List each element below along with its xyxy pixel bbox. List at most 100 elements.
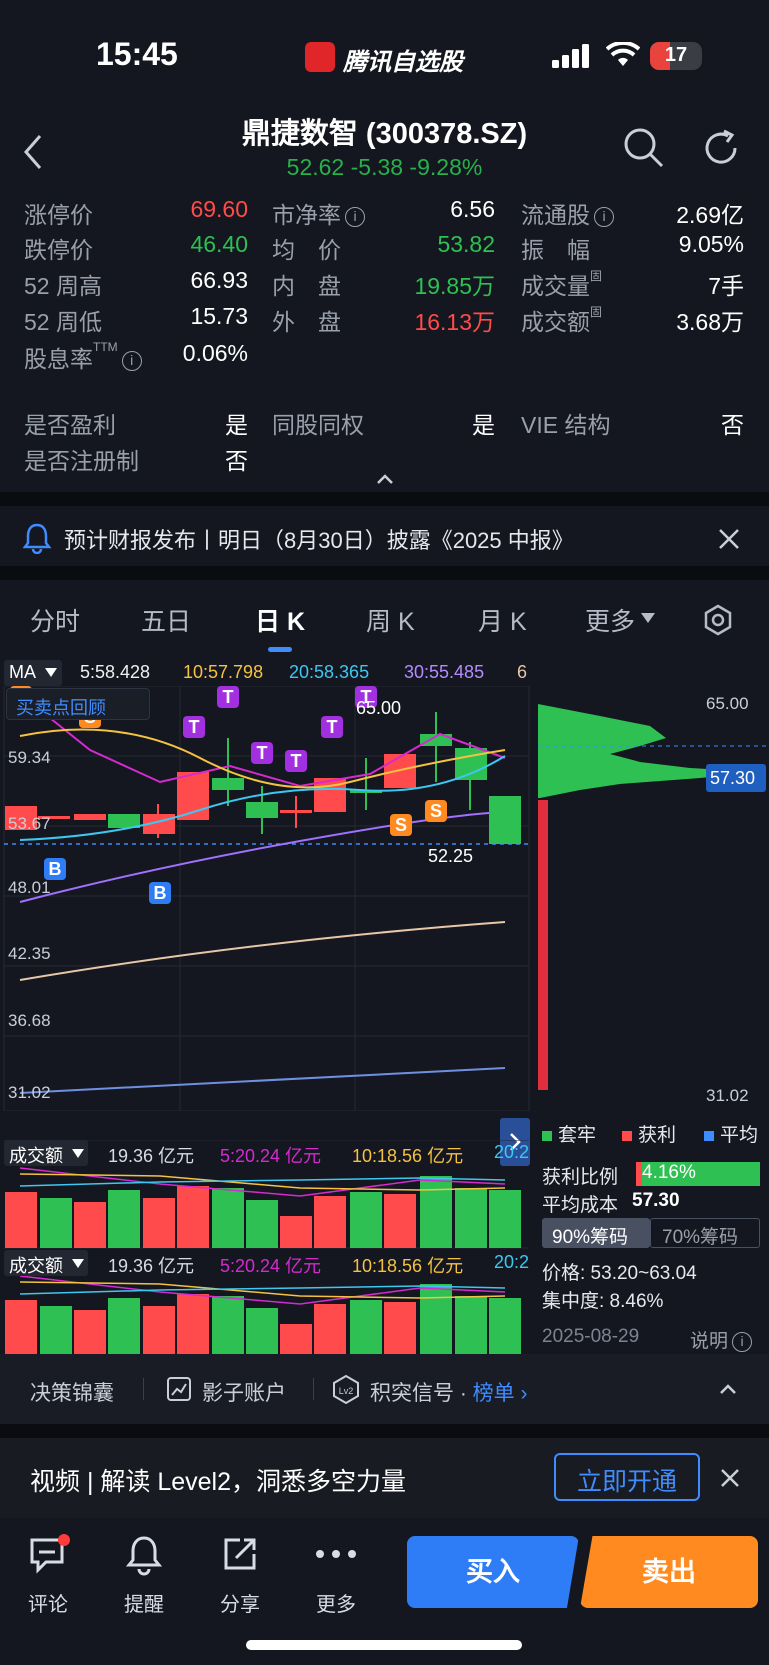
profit-ratio-value: 4.16%: [642, 1162, 696, 1183]
tab-chip-70-label: 70%筹码: [662, 1227, 739, 1248]
chip-top-price: 65.00: [706, 694, 749, 713]
sell-button[interactable]: 卖出: [580, 1536, 758, 1608]
turnover-label: 成交额固: [521, 305, 603, 335]
high52-label: 52 周高: [24, 273, 102, 299]
price-axis-label: 42.35: [8, 944, 51, 963]
concentration: 集中度: 8.46%: [542, 1291, 664, 1312]
close-icon[interactable]: [720, 1468, 740, 1488]
info-icon: i: [594, 206, 614, 227]
decision-kit-button[interactable]: 决策锦囊: [30, 1377, 114, 1407]
registered-label: 是否注册制: [24, 448, 139, 474]
profit-ratio-label: 获利比例: [542, 1167, 619, 1188]
price-axis-label: 31.02: [8, 1083, 51, 1102]
profit-value: 是: [225, 412, 248, 438]
low52-label: 52 周低: [24, 309, 102, 335]
earnings-notice[interactable]: 预计财报发布丨明日（8月30日）披露《2025 中报》: [64, 523, 574, 555]
limit-down-label: 跌停价: [24, 237, 93, 263]
tab-monthly-k[interactable]: 月 K: [478, 602, 527, 638]
dividend-label: 股息率TTMi: [24, 340, 142, 374]
explain-link[interactable]: 说明 i: [690, 1326, 753, 1353]
home-indicator[interactable]: [246, 1640, 522, 1650]
vie-value: 否: [721, 412, 744, 438]
volume-value: 7手: [708, 273, 744, 299]
dividend-value: 0.06%: [182, 340, 248, 366]
info-icon: i: [732, 1331, 753, 1352]
collapse-chevron-icon[interactable]: [375, 472, 395, 486]
high52-value: 66.93: [190, 267, 248, 293]
outer-value: 16.13万: [414, 309, 495, 335]
refresh-icon[interactable]: [702, 128, 742, 168]
lv2-icon: Lv2: [333, 1374, 359, 1404]
info-icon: i: [345, 206, 365, 227]
battery-percent: 17: [664, 44, 688, 66]
svg-text:T: T: [189, 717, 200, 737]
volume-ma5: 5:20.24 亿元: [220, 1146, 322, 1166]
close-icon[interactable]: [718, 528, 740, 550]
tab-more[interactable]: 更多: [585, 602, 635, 638]
kline-chart: S S S S T T T T T T B B: [3, 686, 769, 1111]
ma60-value: 6: [517, 662, 528, 682]
ma5-value: 5:58.428: [80, 662, 151, 682]
tab-chip-90-label: 90%筹码: [552, 1227, 629, 1248]
volume-label[interactable]: 成交额: [9, 1252, 63, 1278]
ma20-value: 20:58.365: [289, 662, 370, 682]
more-dots-icon[interactable]: [314, 1548, 358, 1560]
avg-value: 53.82: [437, 231, 495, 257]
comment-label[interactable]: 评论: [18, 1588, 78, 1617]
avg-cost-label: 平均成本: [542, 1195, 619, 1216]
breakout-signal-button[interactable]: 积突信号 · 榜单 ›: [370, 1377, 528, 1407]
volume-chart: [4, 1140, 529, 1354]
amplitude-value: 9.05%: [678, 231, 744, 257]
volume-ma10: 10:18.56 亿元: [352, 1256, 464, 1276]
info-icon: i: [121, 350, 142, 371]
candles: [5, 712, 521, 844]
svg-text:T: T: [257, 743, 268, 763]
divider: [143, 1378, 144, 1400]
share-label[interactable]: 分享: [210, 1588, 270, 1617]
price-axis-label: 53.67: [8, 814, 51, 833]
high-note: 65.00: [356, 698, 402, 718]
ma-label[interactable]: MA: [9, 662, 36, 683]
svg-text:S: S: [395, 815, 407, 835]
avg-label: 均 价: [272, 237, 341, 263]
buy-button[interactable]: 买入: [407, 1536, 579, 1608]
tab-daily-k[interactable]: 日 K: [255, 602, 305, 638]
ma10-value: 10:57.798: [183, 662, 264, 682]
share-icon[interactable]: [220, 1534, 260, 1574]
limit-down-value: 46.40: [190, 231, 248, 257]
svg-text:T: T: [291, 751, 302, 771]
volume-ma10: 10:18.56 亿元: [352, 1146, 464, 1166]
volume-label[interactable]: 成交额: [9, 1142, 63, 1168]
tab-five-day[interactable]: 五日: [141, 602, 191, 638]
same-right-label: 同股同权: [272, 412, 364, 438]
svg-text:T: T: [327, 717, 338, 737]
search-icon[interactable]: [622, 126, 666, 170]
legend-average: 平均: [704, 1120, 758, 1147]
alert-bell-icon[interactable]: [124, 1534, 164, 1576]
collapse-chevron-icon[interactable]: [718, 1382, 738, 1396]
outer-label: 外 盘: [272, 309, 341, 335]
caret-down-icon: [72, 1259, 84, 1268]
active-tab-indicator: [268, 647, 292, 652]
alert-label[interactable]: 提醒: [114, 1588, 174, 1617]
volume-bars-2: [5, 1284, 521, 1354]
tab-intraday[interactable]: 分时: [30, 602, 80, 638]
registered-value: 否: [225, 448, 248, 474]
tab-weekly-k[interactable]: 周 K: [366, 602, 415, 638]
bell-icon: [22, 523, 52, 554]
price-range: 价格: 53.20~63.04: [542, 1263, 697, 1284]
comment-icon[interactable]: [28, 1534, 70, 1576]
shadow-account-button[interactable]: 影子账户: [202, 1377, 286, 1407]
divider: [313, 1378, 314, 1400]
divider: [0, 1424, 769, 1438]
chip-bottom-price: 31.02: [706, 1086, 749, 1105]
wifi-icon: [606, 42, 640, 66]
volume-ma20: 20:2: [494, 1142, 530, 1162]
activate-button-label: 立即开通: [576, 1468, 677, 1496]
volume-value: 19.36 亿元: [108, 1256, 195, 1276]
svg-text:T: T: [223, 687, 234, 707]
buy-button-label: 买入: [466, 1557, 520, 1587]
caret-down-icon: [45, 668, 57, 677]
more-label[interactable]: 更多: [306, 1588, 366, 1617]
settings-icon[interactable]: [702, 604, 734, 636]
